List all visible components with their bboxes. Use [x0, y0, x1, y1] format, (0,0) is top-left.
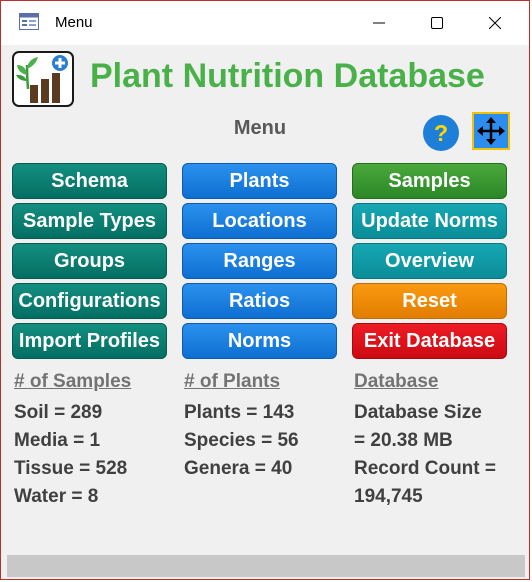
minimize-icon [373, 22, 385, 24]
plants-count: Plants = 143 [184, 402, 295, 423]
plant-growth-logo-icon [12, 51, 74, 107]
update-norms-button[interactable]: Update Norms [352, 203, 507, 239]
sample-types-button[interactable]: Sample Types [12, 203, 167, 239]
schema-button[interactable]: Schema [12, 163, 167, 199]
configurations-button[interactable]: Configurations [12, 283, 167, 319]
maximize-button[interactable] [409, 5, 465, 41]
soil-count: Soil = 289 [14, 402, 103, 423]
maximize-icon [431, 17, 443, 29]
app-title: Plant Nutrition Database [90, 57, 485, 95]
reset-button[interactable]: Reset [352, 283, 507, 319]
samples-stats-heading: # of Samples [14, 371, 132, 392]
locations-button[interactable]: Locations [182, 203, 337, 239]
close-button[interactable] [467, 5, 523, 41]
help-icon: ? [433, 119, 449, 146]
title-bar[interactable]: Menu [1, 1, 529, 45]
exit-database-button[interactable]: Exit Database [352, 323, 507, 359]
record-count-value: 194,745 [354, 486, 423, 507]
species-count: Species = 56 [184, 430, 299, 451]
close-icon [489, 17, 501, 29]
samples-button[interactable]: Samples [352, 163, 507, 199]
norms-button[interactable]: Norms [182, 323, 337, 359]
window-title: Menu [55, 14, 93, 31]
menu-window: Menu Plant Nutrition Database Menu ? Sch… [0, 0, 530, 580]
database-size-value: = 20.38 MB [354, 430, 453, 451]
plants-button[interactable]: Plants [182, 163, 337, 199]
genera-count: Genera = 40 [184, 458, 293, 479]
record-count-label: Record Count = [354, 458, 496, 479]
move-arrows-icon [477, 117, 505, 145]
plants-stats-heading: # of Plants [184, 371, 281, 392]
tissue-count: Tissue = 528 [14, 458, 128, 479]
minimize-button[interactable] [351, 5, 407, 41]
form-icon [19, 13, 39, 30]
database-size-label: Database Size [354, 402, 482, 423]
ranges-button[interactable]: Ranges [182, 243, 337, 279]
groups-button[interactable]: Groups [12, 243, 167, 279]
status-bar [7, 555, 525, 577]
move-button[interactable] [472, 112, 510, 150]
database-stats-heading: Database [354, 371, 439, 392]
overview-button[interactable]: Overview [352, 243, 507, 279]
media-count: Media = 1 [14, 430, 101, 451]
ratios-button[interactable]: Ratios [182, 283, 337, 319]
water-count: Water = 8 [14, 486, 99, 507]
help-button[interactable]: ? [423, 115, 459, 151]
import-profiles-button[interactable]: Import Profiles [12, 323, 167, 359]
